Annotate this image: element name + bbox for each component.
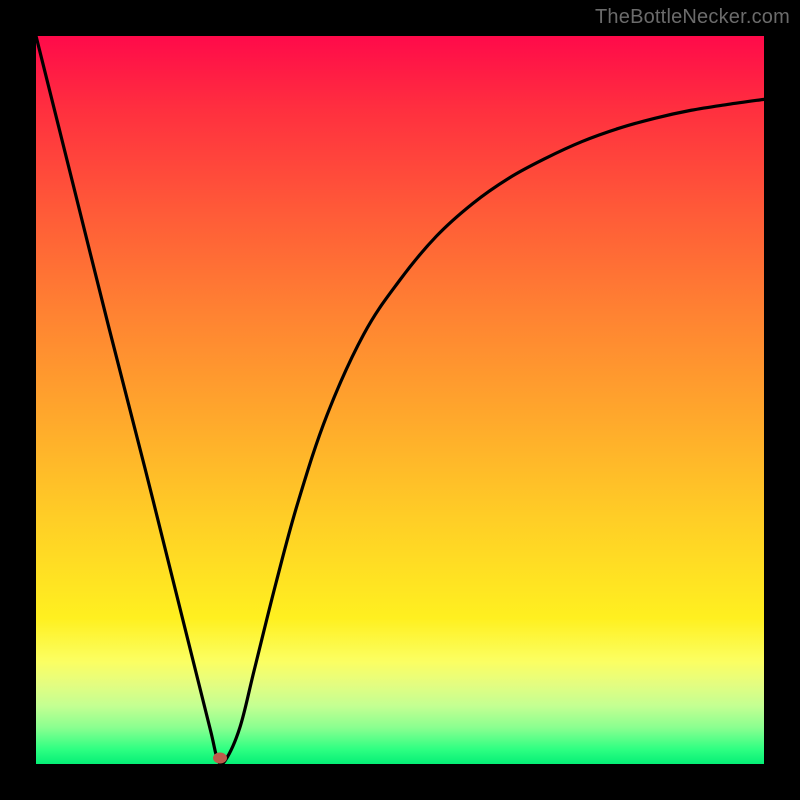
chart-frame: TheBottleNecker.com <box>0 0 800 800</box>
optimal-marker <box>213 753 227 764</box>
watermark-text: TheBottleNecker.com <box>595 6 790 29</box>
plot-area <box>36 36 764 764</box>
bottleneck-curve <box>36 36 764 764</box>
curve-svg <box>36 36 764 764</box>
